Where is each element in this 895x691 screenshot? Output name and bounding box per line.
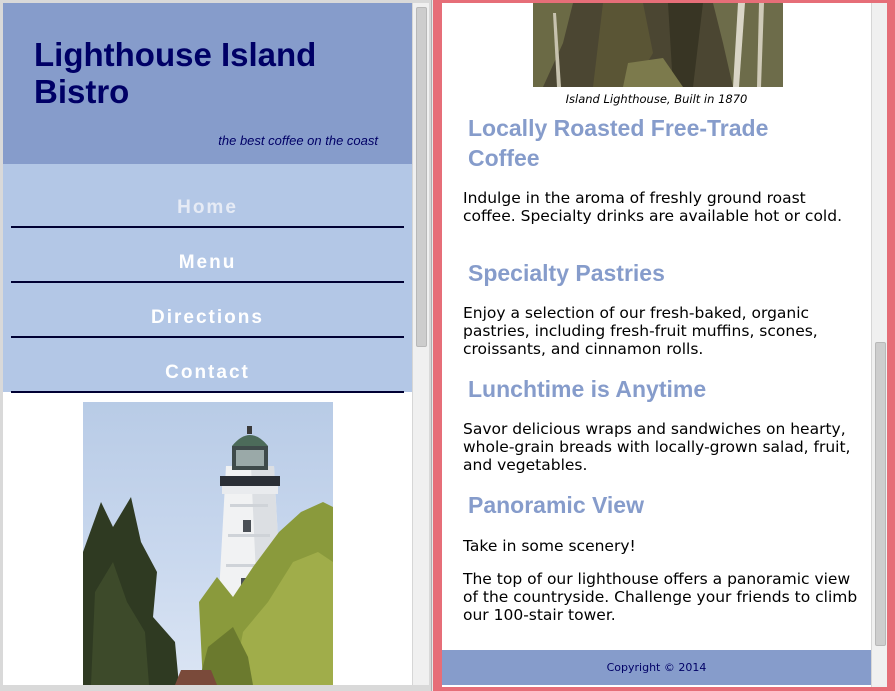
right-scrollbar[interactable] <box>871 3 887 687</box>
section-text-pastries: Enjoy a selection of our fresh-baked, or… <box>463 304 818 358</box>
left-viewport[interactable]: Lighthouse Island Bistro the best coffee… <box>3 3 412 685</box>
site-header: Lighthouse Island Bistro the best coffee… <box>3 3 412 164</box>
left-scrollbar-thumb[interactable] <box>416 7 427 347</box>
site-tagline: the best coffee on the coast <box>218 133 378 148</box>
site-title: Lighthouse Island Bistro <box>34 36 317 110</box>
lighthouse-image-bottom <box>533 3 783 87</box>
right-scrollbar-thumb[interactable] <box>875 342 886 646</box>
nav-item-contact[interactable]: Contact <box>11 339 404 393</box>
photo-caption: Island Lighthouse, Built in 1870 <box>565 92 748 106</box>
left-pane: Lighthouse Island Bistro the best coffee… <box>0 0 432 691</box>
section-heading-pastries: Specialty Pastries <box>468 260 665 286</box>
lighthouse-image <box>83 402 333 685</box>
section-heading-lunch: Lunchtime is Anytime <box>468 376 707 402</box>
section-text-view-detail: The top of our lighthouse offers a panor… <box>463 570 858 624</box>
section-text-view-intro: Take in some scenery! <box>463 537 636 555</box>
left-scrollbar[interactable] <box>412 3 429 685</box>
section-heading-coffee: Locally Roasted Free-Trade Coffee <box>468 115 769 171</box>
main-nav: Home Menu Directions Contact <box>3 164 412 393</box>
copyright-text: Copyright © 2014 <box>606 661 707 674</box>
section-text-coffee: Indulge in the aroma of freshly ground r… <box>463 189 843 225</box>
right-pane: Island Lighthouse, Built in 1870 Locally… <box>433 0 895 691</box>
nav-item-home[interactable]: Home <box>11 174 404 228</box>
section-heading-view: Panoramic View <box>468 492 644 518</box>
nav-item-directions[interactable]: Directions <box>11 284 404 338</box>
nav-item-menu[interactable]: Menu <box>11 229 404 283</box>
section-text-lunch: Savor delicious wraps and sandwiches on … <box>463 420 851 474</box>
site-footer: Copyright © 2014 <box>442 650 871 685</box>
right-viewport[interactable]: Island Lighthouse, Built in 1870 Locally… <box>442 3 871 687</box>
